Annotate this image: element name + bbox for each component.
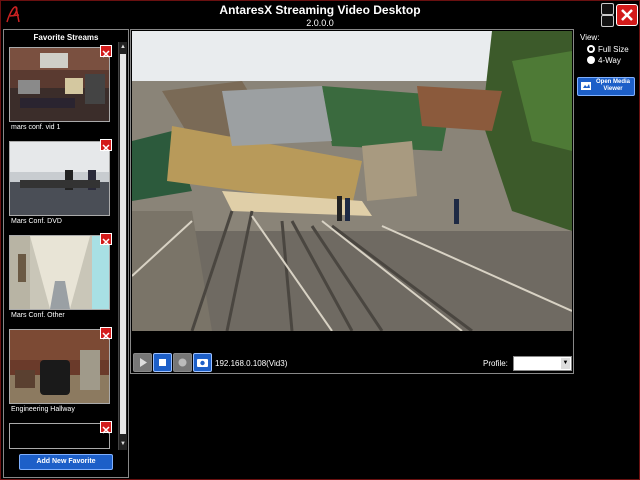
favorite-thumbnail[interactable] [9, 329, 110, 404]
close-icon [621, 9, 633, 21]
open-media-viewer-button[interactable]: Open Media Viewer [577, 77, 635, 96]
profile-select[interactable]: ▼ [513, 356, 572, 371]
delete-favorite-button[interactable] [100, 233, 112, 246]
add-new-favorite-button[interactable]: Add New Favorite [19, 454, 113, 470]
favorite-thumbnail[interactable] [9, 423, 110, 449]
minimize-button[interactable] [601, 15, 614, 27]
favorite-label: mars conf. vid 1 [11, 124, 61, 131]
stop-icon [159, 359, 166, 366]
play-icon [140, 358, 147, 367]
delete-icon [102, 50, 110, 58]
delete-favorite-button[interactable] [100, 421, 112, 434]
snapshot-button[interactable] [193, 353, 212, 372]
app-title: AntaresX Streaming Video Desktop [219, 3, 421, 17]
video-frame-image [132, 31, 572, 331]
favorite-label: Mars Conf. Other [11, 312, 65, 319]
view-4-way-radio[interactable] [587, 56, 595, 64]
stream-address: 192.168.0.108(Vid3) [215, 359, 288, 368]
delete-icon [102, 238, 110, 246]
camera-icon [197, 359, 208, 367]
delete-icon [102, 426, 110, 434]
scrollbar-thumb[interactable] [120, 54, 126, 434]
delete-favorite-button[interactable] [100, 139, 112, 152]
scroll-up-icon[interactable]: ▲ [120, 43, 126, 51]
view-label: View: [580, 33, 600, 42]
favorite-label: Engineering Hallway [11, 406, 75, 413]
favorites-title: Favorite Streams [33, 33, 99, 42]
chevron-down-icon[interactable]: ▼ [561, 358, 570, 369]
view-full-size-radio[interactable] [587, 45, 595, 53]
play-button[interactable] [133, 353, 152, 372]
delete-favorite-button[interactable] [100, 45, 112, 58]
app-version: 2.0.0.0 [306, 18, 334, 28]
close-button[interactable] [616, 4, 638, 26]
delete-favorite-button[interactable] [100, 327, 112, 340]
video-display[interactable] [132, 31, 572, 331]
restore-button[interactable] [601, 3, 614, 15]
profile-label: Profile: [483, 359, 508, 368]
delete-icon [102, 332, 110, 340]
video-player: 192.168.0.108(Vid3) Profile: ▼ [130, 29, 574, 374]
view-full-size-label[interactable]: Full Size [598, 45, 629, 54]
open-media-viewer-label-1: Open Media [595, 79, 630, 85]
favorites-scrollbar[interactable]: ▲ ▼ [118, 42, 127, 450]
favorites-panel: Favorite Streams mars conf. vid 1 Mars C… [3, 29, 129, 478]
favorite-thumbnail[interactable] [9, 235, 110, 310]
favorite-label: Mars Conf. DVD [11, 218, 62, 225]
favorite-thumbnail[interactable] [9, 141, 110, 216]
record-icon [178, 358, 187, 367]
favorite-thumbnail[interactable] [9, 47, 110, 122]
stop-button[interactable] [153, 353, 172, 372]
open-media-viewer-label-2: Viewer [603, 86, 623, 92]
view-4-way-label[interactable]: 4-Way [598, 56, 621, 65]
record-button[interactable] [173, 353, 192, 372]
scroll-down-icon[interactable]: ▼ [120, 440, 126, 448]
media-viewer-icon [581, 82, 591, 90]
delete-icon [102, 144, 110, 152]
